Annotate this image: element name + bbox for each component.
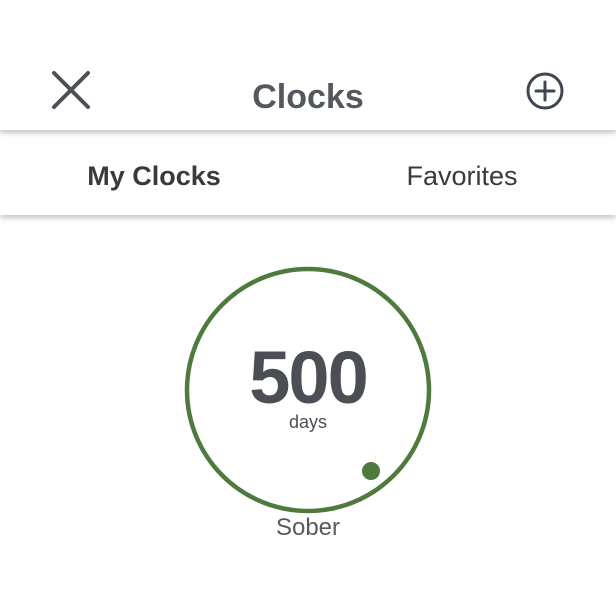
tab-my-clocks[interactable]: My Clocks [0,161,308,192]
tab-bar: My Clocks Favorites [0,133,616,215]
sober-clock-card[interactable]: 500 days [176,258,440,522]
add-clock-button[interactable] [524,70,566,112]
clock-label: Sober [275,514,341,541]
clock-value: 500 [249,336,368,419]
progress-dot-marker [362,462,380,480]
app-header: Clocks [0,0,616,130]
clock-unit: days [288,412,328,432]
plus-circle-icon [526,72,564,110]
tab-favorites[interactable]: Favorites [308,161,616,192]
